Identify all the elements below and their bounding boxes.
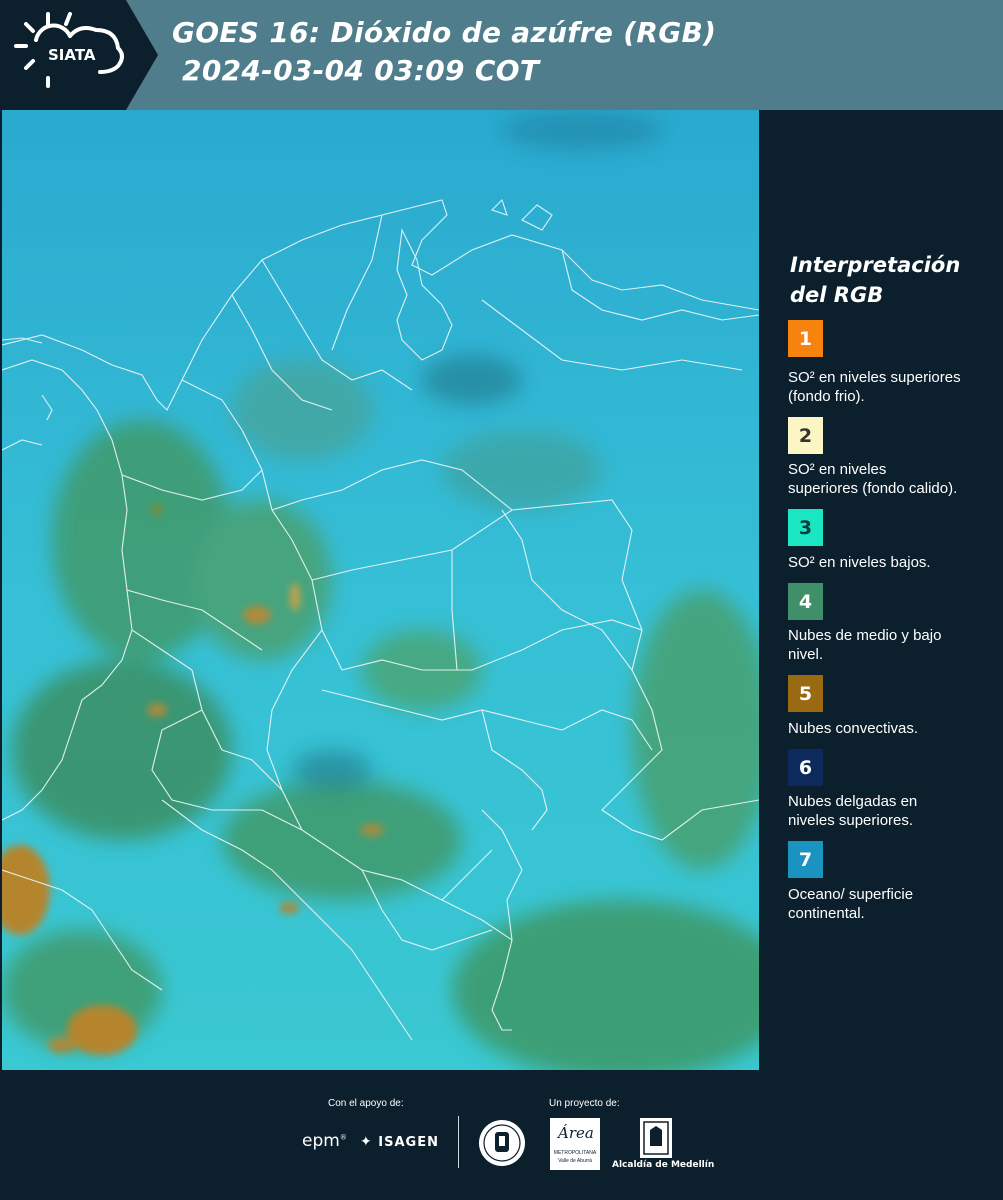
satellite-map xyxy=(2,110,759,1070)
legend-number-6: 6 xyxy=(798,756,813,779)
legend-title: Interpretación del RGB xyxy=(790,253,961,307)
legend-panel: Interpretación del RGB 1 SO² en niveles … xyxy=(760,110,1003,1070)
legend-number-4: 4 xyxy=(798,590,813,613)
legend-label-3: SO² en niveles bajos. xyxy=(788,554,931,571)
legend-swatch-6: 6 xyxy=(788,749,823,786)
legend-swatch-2: 2 xyxy=(788,417,823,454)
legend-number-1: 1 xyxy=(798,327,813,350)
isagen-mark-icon: ✦ xyxy=(360,1134,373,1150)
alcaldia-label: Alcaldía de Medellín xyxy=(612,1160,715,1170)
legend-swatch-3: 3 xyxy=(788,509,823,546)
legend-swatch-4: 4 xyxy=(788,583,823,620)
isagen-logo-text: ISAGEN xyxy=(378,1135,439,1150)
footer: Con el apoyo de: Un proyecto de: epm® ✦ … xyxy=(0,1070,1003,1200)
legend-number-3: 3 xyxy=(798,516,813,539)
title-line-2: 2024-03-04 03:09 COT xyxy=(172,54,540,87)
footer-divider xyxy=(458,1116,459,1168)
medellin-seal-logo xyxy=(477,1118,527,1168)
epm-logo: epm® xyxy=(302,1131,347,1151)
support-label: Con el apoyo de: xyxy=(328,1098,404,1109)
area-logo-subtext-2: Valle de Aburrá xyxy=(558,1158,592,1164)
area-metropolitana-logo: Área METROPOLITANA Valle de Aburrá xyxy=(550,1118,600,1170)
project-label: Un proyecto de: xyxy=(549,1098,620,1109)
isagen-logo: ✦ ISAGEN xyxy=(360,1134,439,1150)
legend-label-4: Nubes de medio y bajo nivel. xyxy=(788,627,942,663)
legend-number-2: 2 xyxy=(798,424,813,447)
epm-logo-text: epm xyxy=(302,1131,340,1151)
legend-swatch-1: 1 xyxy=(788,320,823,357)
legend-swatch-5: 5 xyxy=(788,675,823,712)
legend-number-5: 5 xyxy=(798,682,813,705)
legend-number-7: 7 xyxy=(798,848,813,871)
legend-label-7: Oceano/ superficie continental. xyxy=(788,886,914,922)
siata-logo: SIATA xyxy=(0,0,158,110)
logo-text: SIATA xyxy=(48,46,96,64)
title-line-1: GOES 16: Dióxido de azúfre (RGB) xyxy=(172,16,717,49)
page-title: GOES 16: Dióxido de azúfre (RGB) 2024-03… xyxy=(172,14,716,90)
legend-swatch-7: 7 xyxy=(788,841,823,878)
area-logo-subtext: METROPOLITANA xyxy=(553,1150,597,1156)
alcaldia-crest-icon xyxy=(640,1118,672,1158)
legend-label-1: SO² en niveles superiores (fondo frio). xyxy=(788,369,961,405)
legend-label-6: Nubes delgadas en niveles superiores. xyxy=(788,793,918,829)
area-logo-text: Área xyxy=(558,1124,594,1142)
header-bar: SIATA GOES 16: Dióxido de azúfre (RGB) 2… xyxy=(0,0,1003,110)
legend-label-2: SO² en niveles superiores (fondo calido)… xyxy=(788,461,958,497)
legend-label-5: Nubes convectivas. xyxy=(788,720,919,737)
